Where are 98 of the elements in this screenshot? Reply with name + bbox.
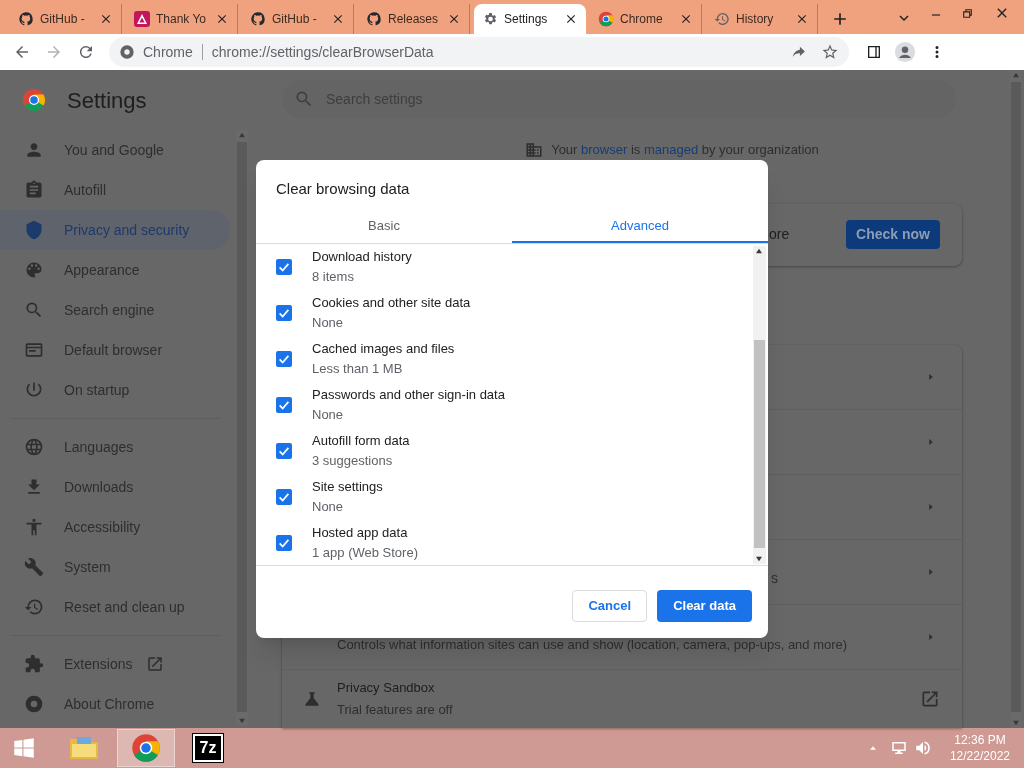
palette-icon: [24, 260, 44, 280]
scrollbar[interactable]: [753, 246, 766, 564]
search-icon: [24, 300, 44, 320]
bookmark-star-icon[interactable]: [821, 43, 839, 61]
wrench-icon: [24, 557, 44, 577]
close-icon[interactable]: [564, 12, 578, 26]
sidebar-item[interactable]: Default browser: [0, 330, 230, 370]
scroll-down-icon[interactable]: [755, 556, 763, 562]
profile-avatar-icon[interactable]: [894, 41, 916, 63]
scroll-up-icon[interactable]: [755, 248, 763, 254]
item-detail: 8 items: [312, 269, 355, 285]
sidebar-item[interactable]: Accessibility: [0, 507, 230, 547]
taskbar-app[interactable]: 7z: [179, 729, 237, 767]
taskbar-app[interactable]: [117, 729, 175, 767]
shield-icon: [24, 220, 44, 240]
sidebar-item[interactable]: Appearance: [0, 250, 230, 290]
item-label: Cookies and other site data: [312, 295, 471, 311]
clipboard-icon: [24, 180, 44, 200]
checkbox[interactable]: [276, 351, 292, 367]
sidebar-item[interactable]: On startup: [0, 370, 230, 410]
sidebar-item[interactable]: System: [0, 547, 230, 587]
triangle-logo-icon: [134, 11, 150, 27]
history-icon: [714, 11, 730, 27]
checkbox[interactable]: [276, 305, 292, 321]
sidebar-item[interactable]: Autofill: [0, 170, 230, 210]
item-label: Passwords and other sign-in data: [312, 387, 505, 403]
item-detail: None: [312, 315, 345, 331]
row-title: Privacy Sandbox: [337, 678, 436, 697]
item-detail: Less than 1 MB: [312, 361, 404, 377]
item-label: Cached images and files: [312, 341, 455, 357]
link[interactable]: managed: [643, 142, 699, 157]
item-detail: None: [312, 499, 345, 515]
settings-row[interactable]: Privacy Sandbox Trial features are off: [282, 669, 962, 728]
settings-icon: [482, 11, 498, 27]
dialog-tab[interactable]: Advanced: [512, 210, 768, 243]
building-icon: [525, 140, 544, 159]
clock[interactable]: 12:36 PM 12/22/2022: [949, 732, 1010, 764]
clear-data-button[interactable]: Clear data: [657, 590, 752, 622]
item-label: Hosted app data: [312, 525, 409, 541]
item-detail: None: [312, 407, 345, 423]
managed-notice: Your browser is managed by your organization: [551, 141, 819, 159]
item-label: Autofill form data: [312, 433, 410, 449]
close-icon[interactable]: [215, 12, 229, 26]
item-label: Download history: [312, 249, 412, 265]
cat-logo-icon: [18, 11, 34, 27]
chrome-logo-icon: [22, 88, 46, 112]
dialog-tab[interactable]: Basic: [256, 210, 512, 243]
chrome-logo-icon: [598, 11, 614, 27]
chrome-logo-icon: [131, 733, 161, 763]
puzzle-icon: [24, 654, 44, 674]
archive-logo-icon: 7z: [193, 734, 223, 762]
close-icon[interactable]: [679, 12, 693, 26]
history-icon: [24, 597, 44, 617]
sidebar-item[interactable]: You and Google: [0, 130, 230, 170]
accessibility-icon: [24, 517, 44, 537]
cat-logo-icon: [366, 11, 382, 27]
sidebar-item[interactable]: Downloads: [0, 467, 230, 507]
close-icon[interactable]: [99, 12, 113, 26]
close-icon[interactable]: [447, 12, 461, 26]
sidebar-item[interactable]: Languages: [0, 427, 230, 467]
checkbox[interactable]: [276, 259, 292, 275]
globe-icon: [24, 437, 44, 457]
item-detail: 3 suggestions: [312, 453, 394, 469]
cat-logo-icon: [250, 11, 266, 27]
dialog-title: Clear browsing data: [275, 179, 411, 199]
reload-icon[interactable]: [77, 43, 95, 61]
restore-icon[interactable]: [961, 7, 974, 20]
item-detail: 1 app (Web Store): [312, 545, 418, 561]
search-icon: [294, 89, 314, 109]
checkbox[interactable]: [276, 489, 292, 505]
ring-icon: [24, 694, 44, 714]
sidebar-item[interactable]: Search engine: [0, 290, 230, 330]
item-label: Site settings: [312, 479, 383, 495]
folder-icon: [68, 734, 100, 762]
checkbox[interactable]: [276, 443, 292, 459]
volume-icon[interactable]: [913, 739, 932, 757]
sidebar-item[interactable]: Reset and clean up: [0, 587, 230, 627]
close-icon[interactable]: [331, 12, 345, 26]
page-title: Settings: [67, 86, 147, 115]
row-description: Trial features are off: [337, 701, 453, 719]
link[interactable]: browser: [581, 142, 628, 157]
sidebar-item[interactable]: Privacy and security: [0, 210, 230, 250]
windows-start-icon[interactable]: [11, 735, 37, 761]
site-info-icon: [119, 44, 135, 60]
browser-tab[interactable]: Settings: [474, 4, 586, 34]
check-now-button[interactable]: Check now: [846, 220, 940, 249]
checkbox[interactable]: [276, 535, 292, 551]
browser-window-icon: [24, 340, 44, 360]
cancel-button[interactable]: Cancel: [572, 590, 648, 622]
sidebar-item[interactable]: Extensions: [0, 644, 230, 684]
sidebar-item[interactable]: About Chrome: [0, 684, 230, 724]
row-text: s: [771, 569, 778, 588]
card-text: ore: [769, 225, 790, 244]
address-bar[interactable]: Chrome chrome://settings/clearBrowserData: [109, 37, 849, 67]
side-panel-icon[interactable]: [866, 44, 882, 60]
network-icon[interactable]: [889, 739, 908, 757]
close-icon[interactable]: [795, 12, 809, 26]
checkbox[interactable]: [276, 397, 292, 413]
